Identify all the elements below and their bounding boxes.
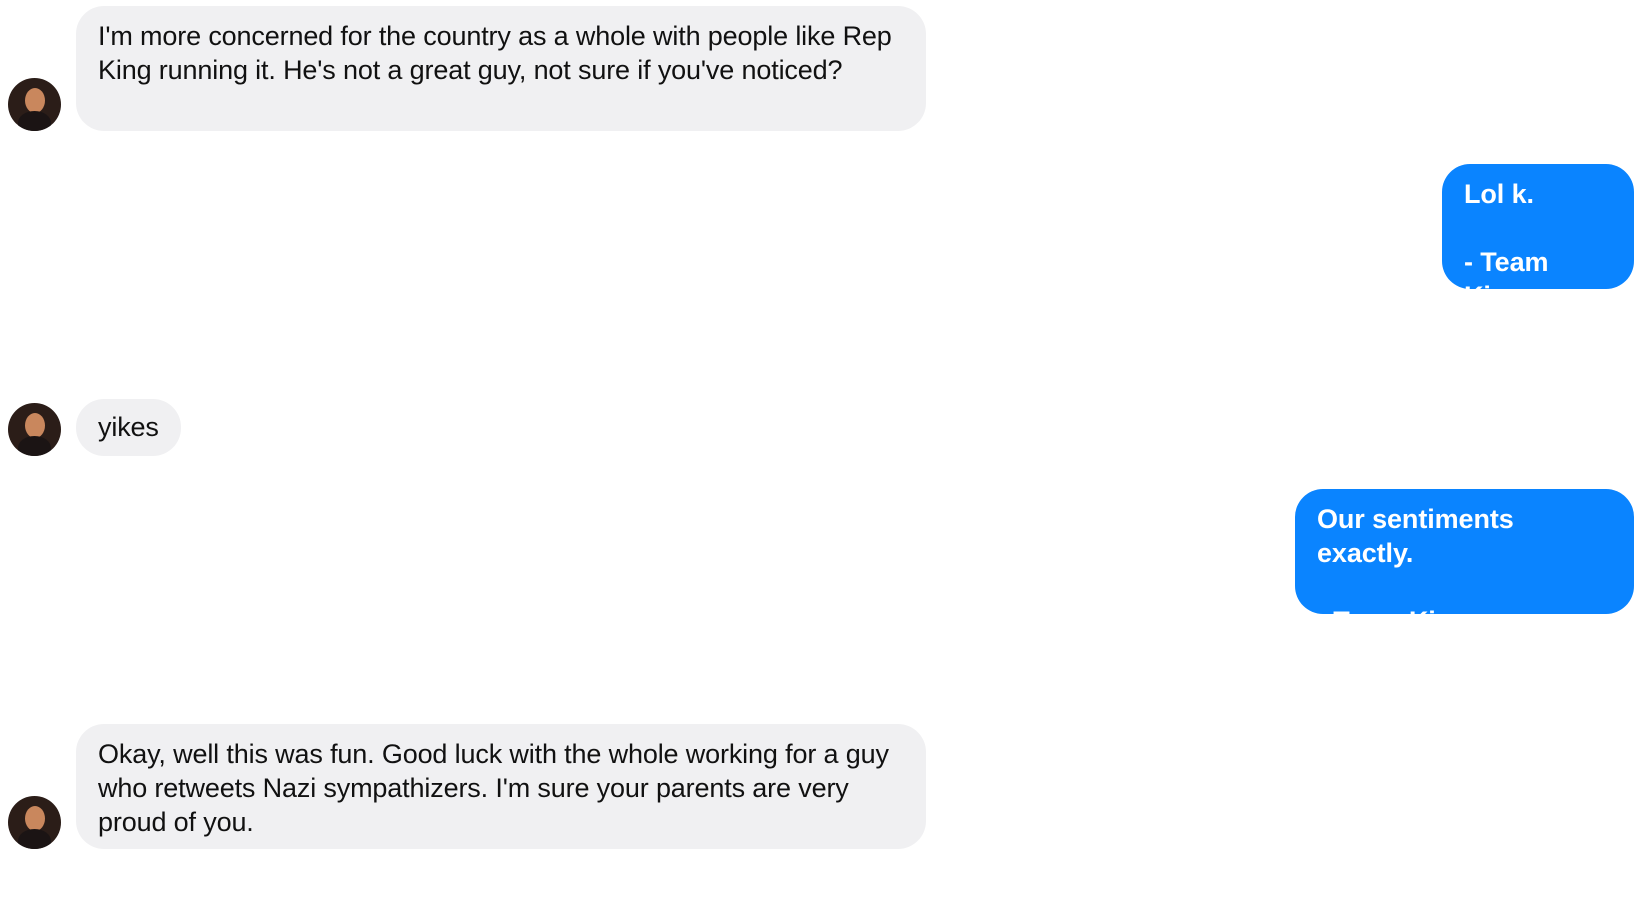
- message-row-incoming: I'm more concerned for the country as a …: [8, 6, 926, 131]
- message-row-incoming: Okay, well this was fun. Good luck with …: [8, 724, 926, 849]
- avatar[interactable]: [8, 403, 61, 456]
- message-thread: I'm more concerned for the country as a …: [0, 0, 1652, 914]
- message-row-outgoing: Lol k. - Team King: [1442, 164, 1634, 311]
- message-bubble[interactable]: Okay, well this was fun. Good luck with …: [76, 724, 926, 849]
- message-row-outgoing: Our sentiments exactly. - Team King: [1295, 489, 1634, 636]
- message-bubble[interactable]: Lol k. - Team King: [1442, 164, 1634, 311]
- message-bubble[interactable]: Our sentiments exactly. - Team King: [1295, 489, 1634, 636]
- avatar[interactable]: [8, 796, 61, 849]
- message-row-incoming: yikes: [8, 399, 181, 456]
- message-bubble[interactable]: yikes: [76, 399, 181, 456]
- message-bubble[interactable]: I'm more concerned for the country as a …: [76, 6, 926, 131]
- avatar[interactable]: [8, 78, 61, 131]
